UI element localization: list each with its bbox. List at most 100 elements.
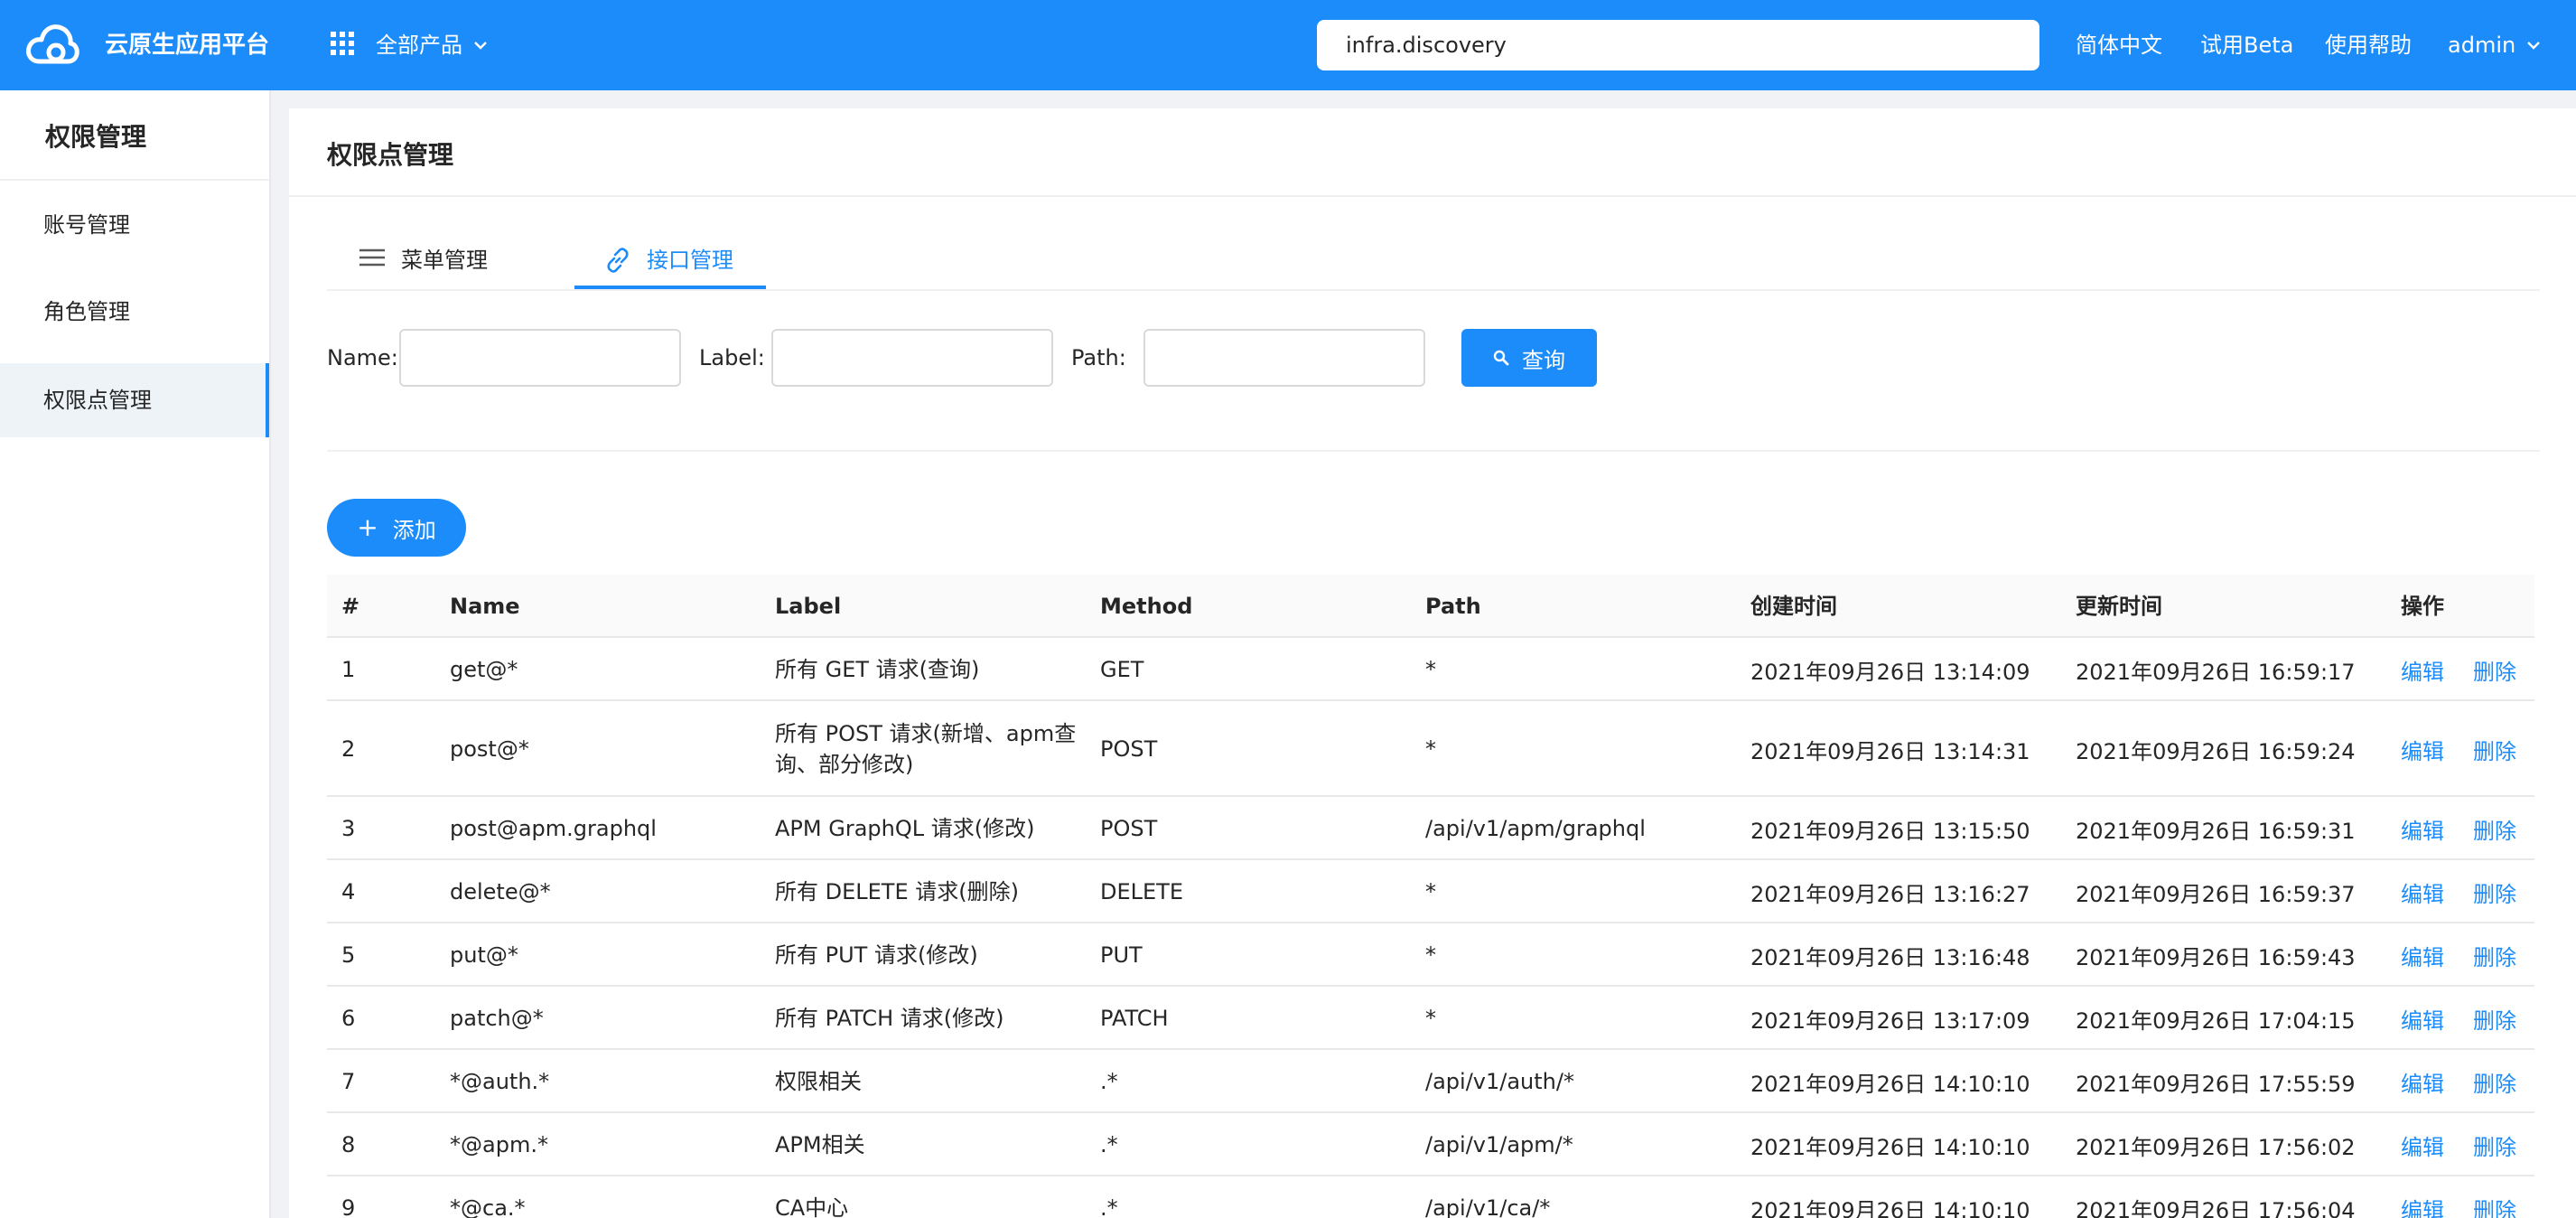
apps-grid-icon[interactable] — [331, 32, 354, 55]
user-name: admin — [2448, 33, 2516, 58]
cell-created: 2021年09月26日 13:14:31 — [1750, 738, 2030, 764]
cell-created: 2021年09月26日 13:15:50 — [1750, 818, 2030, 844]
edit-link[interactable]: 编辑 — [2401, 923, 2444, 987]
cell-created: 2021年09月26日 13:16:48 — [1750, 944, 2030, 970]
cell-path: /api/v1/auth/* — [1425, 1069, 1574, 1094]
add-button-label: 添加 — [392, 517, 436, 543]
cell-path: * — [1425, 942, 1436, 968]
table-row: 6 patch@* 所有 PATCH 请求(修改) PATCH * 2021年09月26日… — [327, 987, 2534, 1050]
table-row: 8 *@apm.* APM相关 .* /api/v1/apm/* 2021年09月26日 … — [327, 1113, 2534, 1176]
cell-path: * — [1425, 657, 1436, 682]
delete-link[interactable]: 删除 — [2473, 1113, 2516, 1176]
edit-link[interactable]: 编辑 — [2401, 638, 2444, 701]
path-filter-input[interactable] — [1143, 329, 1425, 387]
table-row: 9 *@ca.* CA中心 .* /api/v1/ca/* 2021年09月26日 14:… — [327, 1176, 2534, 1218]
edit-link[interactable]: 编辑 — [2401, 701, 2444, 797]
tab-label: 接口管理 — [647, 248, 733, 273]
cell-path: * — [1425, 1006, 1436, 1031]
cell-label: 权限相关 — [775, 1069, 862, 1094]
cell-method: POST — [1100, 816, 1158, 841]
delete-link[interactable]: 删除 — [2473, 1176, 2516, 1218]
cell-updated: 2021年09月26日 17:55:59 — [2076, 1071, 2356, 1097]
sidebar-item-permissions[interactable]: 权限点管理 — [0, 363, 271, 437]
cell-index: 8 — [341, 1132, 356, 1157]
cell-name: patch@* — [450, 1006, 544, 1031]
add-button[interactable]: + 添加 — [327, 499, 466, 557]
delete-link[interactable]: 删除 — [2473, 797, 2516, 860]
column-header-created: 创建时间 — [1750, 594, 1837, 619]
main-content: 权限点管理 菜单管理 接口管理 Name: Label: Path: 查询 + … — [289, 108, 2576, 1218]
cell-index: 3 — [341, 816, 356, 841]
cell-method: POST — [1100, 736, 1158, 762]
edit-link[interactable]: 编辑 — [2401, 1113, 2444, 1176]
cell-label: 所有 DELETE 请求(删除) — [775, 879, 1019, 904]
sidebar-item-accounts[interactable]: 账号管理 — [0, 188, 271, 262]
top-header: 云原生应用平台 全部产品 简体中文 试用Beta 使用帮助 admin — [0, 0, 2576, 90]
cell-path: /api/v1/apm/* — [1425, 1132, 1573, 1157]
cell-index: 7 — [341, 1069, 356, 1094]
active-tab-indicator — [574, 286, 766, 289]
edit-link[interactable]: 编辑 — [2401, 1050, 2444, 1113]
tab-api-management[interactable]: 接口管理 — [605, 244, 733, 289]
chevron-down-icon — [2527, 42, 2541, 50]
app-title[interactable]: 云原生应用平台 — [105, 29, 269, 61]
edit-link[interactable]: 编辑 — [2401, 987, 2444, 1050]
cell-method: .* — [1100, 1132, 1118, 1157]
delete-link[interactable]: 删除 — [2473, 1050, 2516, 1113]
label-filter-input[interactable] — [771, 329, 1053, 387]
all-products-dropdown[interactable]: 全部产品 — [376, 29, 488, 61]
column-header-name: Name — [450, 594, 520, 619]
column-header-index: # — [341, 594, 360, 619]
chevron-down-icon — [474, 42, 487, 50]
delete-link[interactable]: 删除 — [2473, 638, 2516, 701]
table-row: 5 put@* 所有 PUT 请求(修改) PUT * 2021年09月26日 13:16… — [327, 923, 2534, 987]
cell-method: GET — [1100, 657, 1144, 682]
edit-link[interactable]: 编辑 — [2401, 797, 2444, 860]
cell-label: APM GraphQL 请求(修改) — [775, 816, 1035, 841]
delete-link[interactable]: 删除 — [2473, 701, 2516, 797]
table-row: 2 post@* 所有 POST 请求(新增、apm查询、部分修改) POST * 202… — [327, 701, 2534, 797]
cell-method: DELETE — [1100, 879, 1184, 904]
column-header-actions: 操作 — [2401, 594, 2444, 619]
cell-updated: 2021年09月26日 17:04:15 — [2076, 1007, 2356, 1034]
delete-link[interactable]: 删除 — [2473, 860, 2516, 923]
all-products-label: 全部产品 — [376, 33, 462, 58]
filter-divider — [327, 450, 2540, 452]
edit-link[interactable]: 编辑 — [2401, 1176, 2444, 1218]
sidebar-item-roles[interactable]: 角色管理 — [0, 275, 271, 349]
name-filter-input[interactable] — [399, 329, 681, 387]
cell-label: 所有 PATCH 请求(修改) — [775, 1006, 1004, 1031]
table-row: 4 delete@* 所有 DELETE 请求(删除) DELETE * 2021年09月… — [327, 860, 2534, 923]
cell-created: 2021年09月26日 13:16:27 — [1750, 881, 2030, 907]
delete-link[interactable]: 删除 — [2473, 987, 2516, 1050]
search-input[interactable] — [1317, 20, 2039, 70]
cloud-logo-icon[interactable] — [25, 20, 79, 70]
query-button-label: 查询 — [1522, 347, 1565, 373]
cell-created: 2021年09月26日 13:17:09 — [1750, 1007, 2030, 1034]
cell-name: get@* — [450, 657, 518, 682]
table-row: 7 *@auth.* 权限相关 .* /api/v1/auth/* 2021年09月26日… — [327, 1050, 2534, 1113]
cell-path: /api/v1/apm/graphql — [1425, 816, 1646, 841]
beta-link[interactable]: 试用Beta — [2200, 29, 2293, 61]
cell-label: 所有 GET 请求(查询) — [775, 657, 980, 682]
delete-link[interactable]: 删除 — [2473, 923, 2516, 987]
column-header-updated: 更新时间 — [2076, 594, 2162, 619]
cell-name: put@* — [450, 942, 518, 968]
cell-label: CA中心 — [775, 1195, 849, 1218]
cell-index: 2 — [341, 736, 356, 762]
cell-label: 所有 PUT 请求(修改) — [775, 942, 978, 968]
path-filter-label: Path: — [1071, 345, 1126, 370]
cell-index: 6 — [341, 1006, 356, 1031]
tab-menu-management[interactable]: 菜单管理 — [359, 244, 488, 289]
cell-path: * — [1425, 736, 1436, 762]
edit-link[interactable]: 编辑 — [2401, 860, 2444, 923]
language-link[interactable]: 简体中文 — [2076, 29, 2162, 61]
query-button[interactable]: 查询 — [1461, 329, 1597, 387]
help-link[interactable]: 使用帮助 — [2325, 29, 2412, 61]
cell-updated: 2021年09月26日 16:59:37 — [2076, 881, 2356, 907]
page-title: 权限点管理 — [327, 140, 454, 170]
table-row: 1 get@* 所有 GET 请求(查询) GET * 2021年09月26日 13:14… — [327, 638, 2534, 701]
user-menu[interactable]: admin — [2448, 29, 2541, 61]
column-header-path: Path — [1425, 594, 1481, 619]
cell-method: PATCH — [1100, 1006, 1169, 1031]
